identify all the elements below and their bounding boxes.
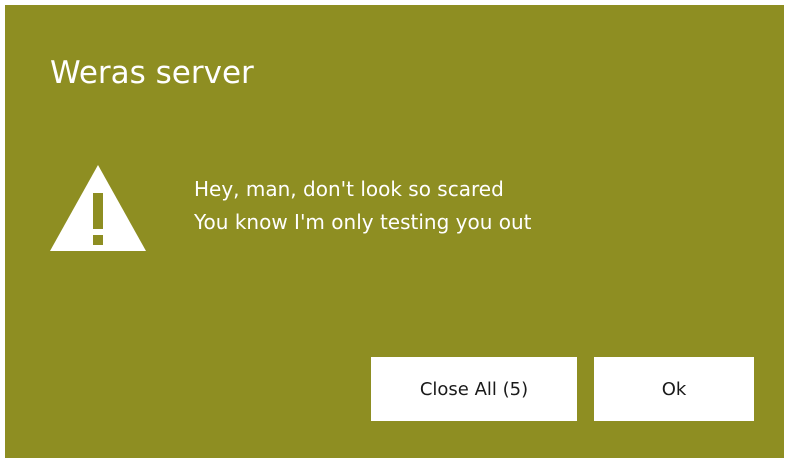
message-line: Hey, man, don't look so scared bbox=[194, 177, 504, 201]
dialog-title: Weras server bbox=[50, 55, 254, 91]
dialog-window: Weras server Hey, man, don't look so sca… bbox=[5, 5, 784, 458]
close-all-button[interactable]: Close All (5) bbox=[371, 357, 577, 421]
ok-button[interactable]: Ok bbox=[594, 357, 754, 421]
dialog-message: Hey, man, don't look so scared You know … bbox=[194, 173, 532, 239]
warning-triangle-icon bbox=[50, 165, 146, 251]
message-line: You know I'm only testing you out bbox=[194, 210, 532, 234]
